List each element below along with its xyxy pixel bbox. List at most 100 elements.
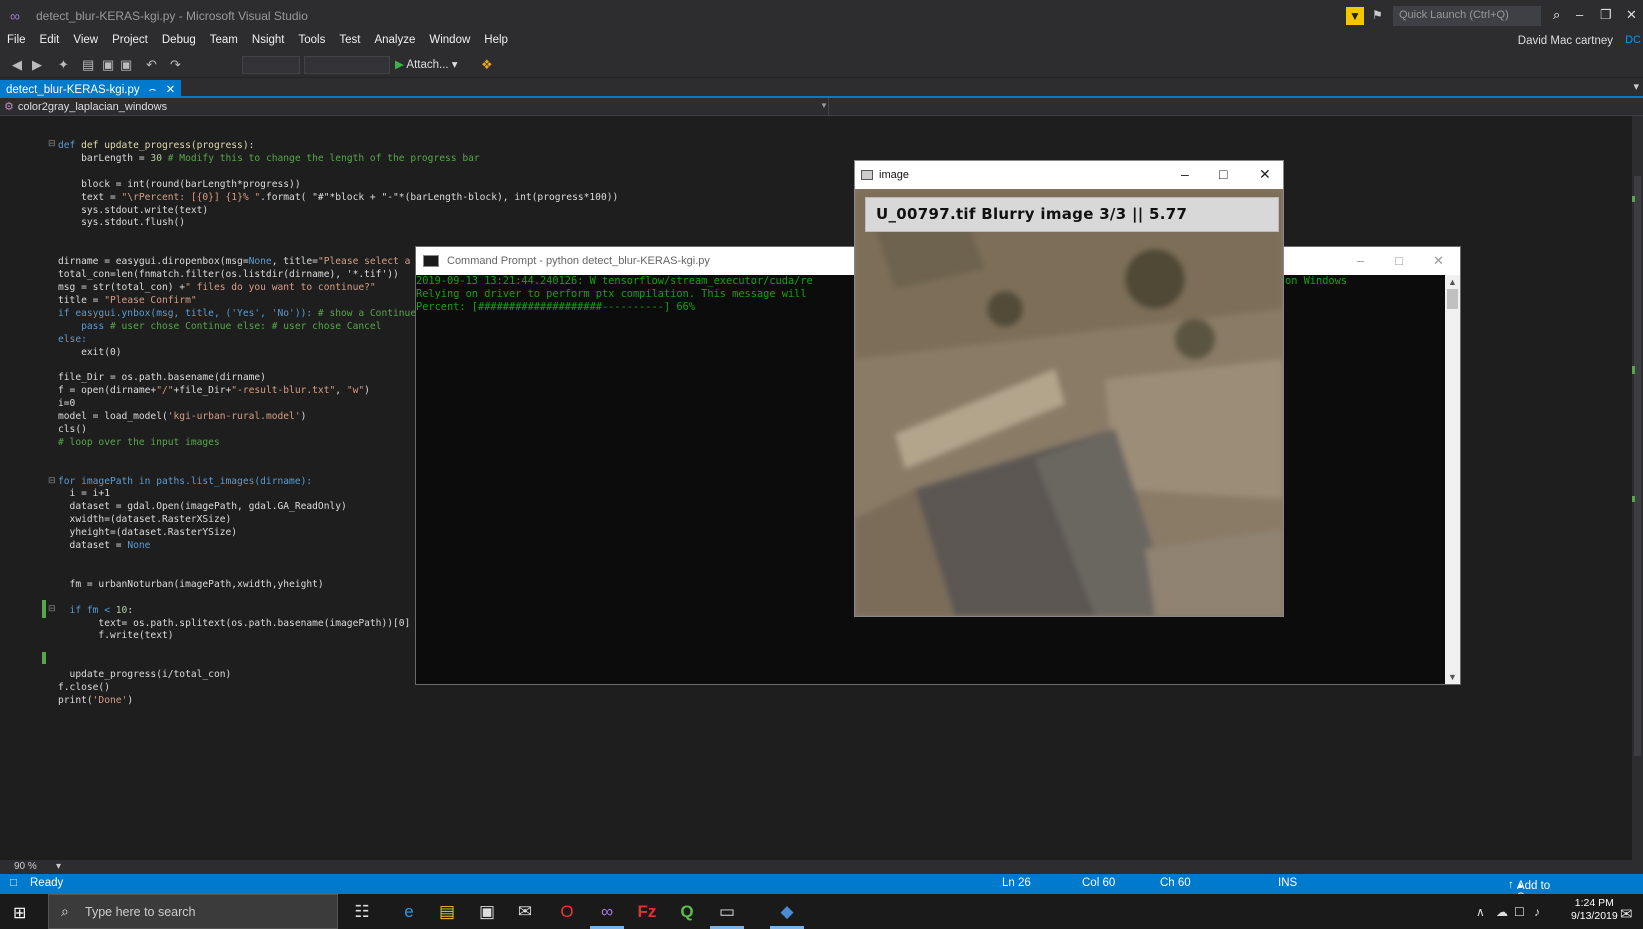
image-window-title: image [879,169,909,181]
change-marker [1632,496,1635,502]
taskbar-search-input[interactable]: ⌕ Type here to search [48,894,338,929]
command-prompt-taskbar-icon[interactable]: ▭ [716,901,738,923]
menu-analyze[interactable]: Analyze [367,32,422,48]
minimize-button[interactable]: – [1576,7,1583,22]
menu-project[interactable]: Project [105,32,155,48]
image-window[interactable]: image – □ ✕ U_00797.tif Blurry image 3/3… [854,160,1284,617]
taskbar: ⊞ ⌕ Type here to search ☷ e ▤ ▣ ✉ O ∞ Fz… [0,894,1643,929]
image-caption: U_00797.tif Blurry image 3/3 || 5.77 [865,197,1279,232]
extension-icon[interactable]: ❖ [481,57,493,73]
source-control-button[interactable]: ↑ Add to Source Control ▴ [1508,877,1554,916]
close-tab-icon[interactable]: ✕ [166,84,176,96]
command-prompt-title: Command Prompt - python detect_blur-KERA… [447,255,710,267]
opera-icon[interactable]: O [556,901,578,923]
volume-icon[interactable]: ♪ [1534,905,1540,919]
scrollbar-thumb[interactable] [1447,289,1458,309]
notification-center-icon[interactable]: ✉ [1620,905,1633,923]
task-view-icon[interactable]: ☷ [351,901,373,923]
menu-window[interactable]: Window [422,32,477,48]
configuration-select[interactable] [242,56,300,74]
play-icon: ▶ [395,59,404,71]
close-button[interactable]: ✕ [1259,166,1271,183]
console-progress-line: Percent: [####################----------… [416,301,695,313]
feedback-icon[interactable]: ⚑ [1372,8,1383,22]
tab-list-dropdown-icon[interactable]: ▾ [1633,80,1639,93]
scrollbar-thumb[interactable] [1634,176,1641,756]
scroll-down-icon[interactable]: ▼ [1448,672,1457,682]
onedrive-icon[interactable]: ☁ [1496,905,1508,919]
scroll-up-icon[interactable]: ▲ [1448,277,1457,287]
fold-icon[interactable]: ⊟ [48,475,56,486]
fold-icon[interactable]: ⊟ [48,138,56,149]
status-insert-mode: INS [1278,877,1298,889]
console-scrollbar[interactable]: ▲ ▼ [1445,275,1460,684]
image-window-titlebar[interactable]: image – □ ✕ [855,161,1283,189]
menu-team[interactable]: Team [203,32,245,48]
maximize-button[interactable]: □ [1395,253,1403,268]
attach-button[interactable]: ▶ Attach... ▾ [395,57,458,71]
store-icon[interactable]: ▣ [476,901,498,923]
taskbar-clock[interactable]: 1:24 PM 9/13/2019 [1571,897,1618,923]
undo-icon[interactable]: ↶ [146,57,157,73]
minimize-button[interactable]: – [1357,253,1364,268]
tab-detect-blur[interactable]: detect_blur-KERAS-kgi.py ⌢ ✕ [0,80,182,98]
visual-studio-icon: ∞ [10,8,20,24]
menu-help[interactable]: Help [477,32,515,48]
zoom-level-select[interactable]: 90 % [14,861,37,872]
user-name[interactable]: David Mac cartney [1518,35,1613,47]
toolbar: ◀ ▶ ✦ ▤ ▣ ▣ ↶ ↷ ▶ Attach... ▾ ❖ [0,52,1643,78]
notification-flag-icon[interactable]: ▼ [1346,7,1364,25]
menu-view[interactable]: View [66,32,105,48]
python-icon[interactable]: ◆ [776,901,798,923]
quick-launch-input[interactable]: Quick Launch (Ctrl+Q) [1393,6,1541,26]
search-icon[interactable]: ⌕ [1553,7,1560,23]
open-folder-icon[interactable]: ▤ [82,57,94,73]
menu-edit[interactable]: Edit [33,32,67,48]
new-project-icon[interactable]: ✦ [58,57,69,73]
clock-time: 1:24 PM [1574,897,1614,909]
attach-label: Attach... [406,59,449,71]
menu-test[interactable]: Test [332,32,367,48]
maximize-button[interactable]: □ [1219,166,1227,182]
save-icon[interactable]: ▣ [102,57,114,73]
back-icon[interactable]: ◀ [12,57,22,73]
forward-icon[interactable]: ▶ [32,57,42,73]
edge-icon[interactable]: e [398,901,420,923]
minimize-button[interactable]: – [1181,166,1189,182]
title-bar: ∞ detect_blur-KERAS-kgi.py - Microsoft V… [0,0,1643,32]
platform-select[interactable] [304,56,390,74]
windows-start-icon[interactable]: ⊞ [13,903,26,923]
file-explorer-icon[interactable]: ▤ [436,901,458,923]
change-marker [42,652,46,664]
navigation-bar: ⚙ color2gray_laplacian_windows ▼ [0,98,1643,116]
close-button[interactable]: ✕ [1626,7,1637,23]
save-all-icon[interactable]: ▣ [120,57,132,73]
user-badge[interactable]: DC [1625,34,1641,46]
console-line: 2019-09-13 13:21:44.240126: W tensorflow… [416,275,813,287]
qgis-icon[interactable]: Q [676,901,698,923]
change-marker [42,600,46,618]
visual-studio-taskbar-icon[interactable]: ∞ [596,901,618,923]
filezilla-icon[interactable]: Fz [636,901,658,923]
menu-nsight[interactable]: Nsight [245,32,292,48]
editor-scrollbar[interactable] [1632,116,1643,860]
menu-file[interactable]: File [0,32,33,48]
redo-icon[interactable]: ↷ [170,57,181,73]
chevron-down-icon[interactable]: ▼ [820,101,828,110]
scope-dropdown[interactable]: ⚙ color2gray_laplacian_windows [4,100,167,113]
console-line: Relying on driver to perform ptx compila… [416,288,807,300]
menu-tools[interactable]: Tools [292,32,333,48]
search-icon: ⌕ [61,903,69,919]
aerial-image [855,189,1283,616]
zoom-dropdown-icon[interactable]: ▾ [56,861,61,872]
output-window-icon[interactable]: □ [10,877,17,889]
show-hidden-icons-icon[interactable]: ∧ [1476,905,1485,919]
fold-icon[interactable]: ⊟ [48,603,56,614]
network-icon[interactable]: ☐ [1514,905,1525,919]
mail-icon[interactable]: ✉ [514,901,536,923]
scope-label: color2gray_laplacian_windows [17,101,168,113]
pin-icon[interactable]: ⌢ [149,84,157,96]
restore-button[interactable]: ❐ [1600,7,1612,23]
menu-debug[interactable]: Debug [155,32,203,48]
close-button[interactable]: ✕ [1433,253,1444,269]
